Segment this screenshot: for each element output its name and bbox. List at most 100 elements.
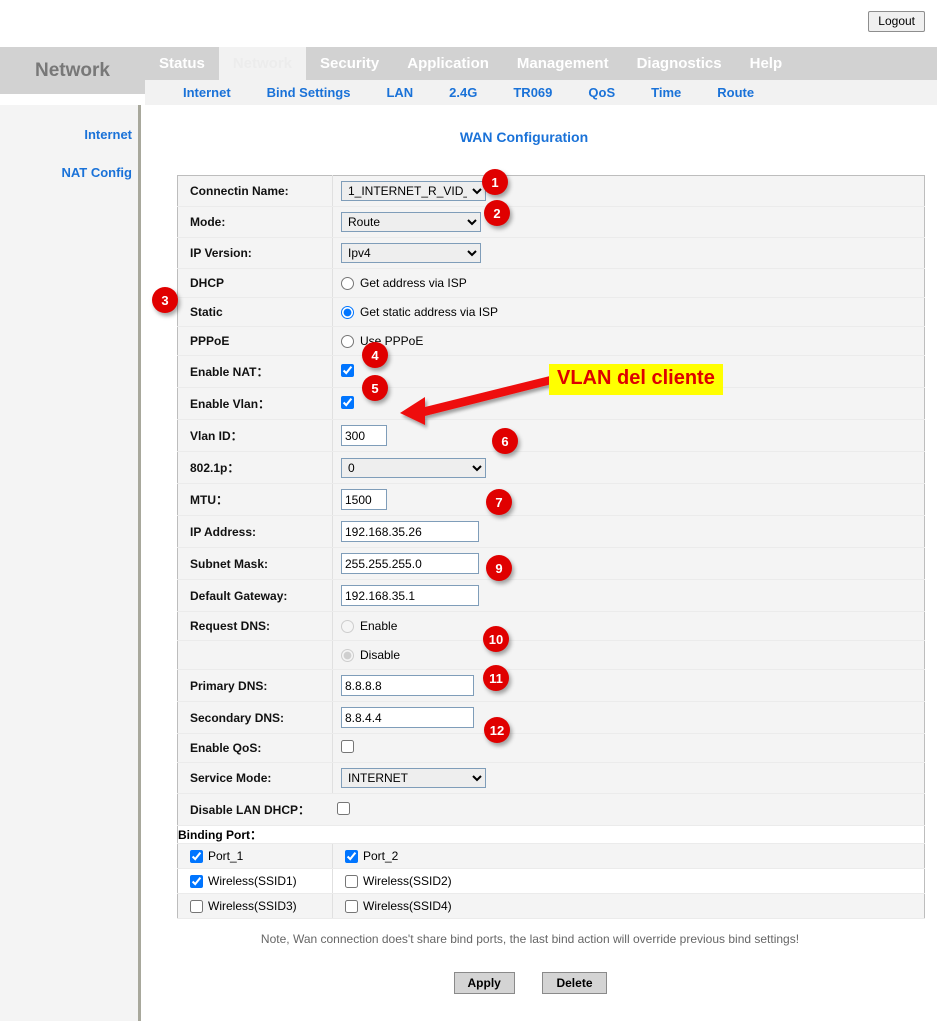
row-request-dns-disable: Disable (178, 641, 925, 670)
mode-select[interactable]: Route (341, 212, 481, 232)
row-request-dns-enable: Request DNS: Enable (178, 612, 925, 641)
secondary-tab-internet[interactable]: Internet (165, 85, 249, 100)
row-enable-qos: Enable QoS: (178, 734, 925, 763)
top-bar: Logout (0, 0, 937, 47)
brand-label: Network (0, 47, 145, 94)
primary-tab-security[interactable]: Security (306, 47, 393, 80)
binding-port-header: Binding Port： (178, 826, 925, 844)
wireless-ssid3-checkbox[interactable] (190, 900, 203, 913)
cell-ssid4: Wireless(SSID4) (333, 894, 925, 919)
dhcp-radio[interactable] (341, 277, 354, 290)
label-mode: Mode: (178, 207, 333, 238)
primary-nav-spacer (796, 47, 937, 80)
label-mtu: MTU： (178, 484, 333, 516)
logout-button[interactable]: Logout (868, 11, 925, 32)
cell-ssid3: Wireless(SSID3) (178, 894, 333, 919)
annotation-badge-3: 3 (152, 287, 178, 313)
disable-lan-dhcp-checkbox[interactable] (337, 802, 350, 815)
cell-mtu (333, 484, 925, 516)
ip-version-select[interactable]: Ipv4 (341, 243, 481, 263)
service-mode-select[interactable]: INTERNET (341, 768, 486, 788)
row-802-1p: 802.1p： 0 (178, 452, 925, 484)
wireless-ssid1-checkbox[interactable] (190, 875, 203, 888)
vlan-id-input[interactable] (341, 425, 387, 446)
row-pppoe: PPPoE Use PPPoE (178, 327, 925, 356)
primary-tab-application[interactable]: Application (393, 47, 503, 80)
cell-request-dns-disable: Disable (333, 641, 925, 670)
secondary-tab-qos[interactable]: QoS (570, 85, 633, 100)
sidebar-item-nat-config[interactable]: NAT Config (0, 165, 138, 180)
port-1-label: Port_1 (208, 849, 243, 863)
annotation-badge-10: 10 (483, 626, 509, 652)
row-ip-version: IP Version: Ipv4 (178, 238, 925, 269)
secondary-tab-time[interactable]: Time (633, 85, 699, 100)
connection-name-select[interactable]: 1_INTERNET_R_VID_3 (341, 181, 486, 201)
secondary-dns-input[interactable] (341, 707, 474, 728)
row-subnet-mask: Subnet Mask: (178, 548, 925, 580)
cell-ssid2: Wireless(SSID2) (333, 869, 925, 894)
wan-configuration-form: Connectin Name: 1_INTERNET_R_VID_3 Mode:… (177, 175, 925, 919)
wireless-ssid4-label: Wireless(SSID4) (363, 899, 452, 913)
ip-address-input[interactable] (341, 521, 479, 542)
label-ip-version: IP Version: (178, 238, 333, 269)
wireless-ssid2-label: Wireless(SSID2) (363, 874, 452, 888)
cell-mode: Route (333, 207, 925, 238)
label-802-1p: 802.1p： (178, 452, 333, 484)
cell-secondary-dns (333, 702, 925, 734)
annotation-badge-1: 1 (482, 169, 508, 195)
primary-tab-management[interactable]: Management (503, 47, 623, 80)
enable-vlan-checkbox[interactable] (341, 396, 354, 409)
action-buttons: Apply Delete (123, 972, 937, 994)
wireless-ssid2-checkbox[interactable] (345, 875, 358, 888)
primary-tab-help[interactable]: Help (736, 47, 797, 80)
label-disable-lan-dhcp: Disable LAN DHCP： (178, 794, 333, 826)
annotation-badge-9: 9 (486, 555, 512, 581)
row-mode: Mode: Route (178, 207, 925, 238)
row-binding-ports-2: Wireless(SSID1) Wireless(SSID2) (178, 869, 925, 894)
cell-ssid1: Wireless(SSID1) (178, 869, 333, 894)
delete-button[interactable]: Delete (542, 972, 606, 994)
static-radio[interactable] (341, 306, 354, 319)
label-secondary-dns: Secondary DNS: (178, 702, 333, 734)
cell-service-mode: INTERNET (333, 763, 925, 794)
primary-dns-input[interactable] (341, 675, 474, 696)
secondary-tab-2-4g[interactable]: 2.4G (431, 85, 495, 100)
apply-button[interactable]: Apply (454, 972, 515, 994)
row-dhcp: DHCP Get address via ISP (178, 269, 925, 298)
secondary-tab-bind-settings[interactable]: Bind Settings (249, 85, 369, 100)
cell-primary-dns (333, 670, 925, 702)
cell-port-1: Port_1 (178, 844, 333, 869)
mtu-input[interactable] (341, 489, 387, 510)
cell-pppoe: Use PPPoE (333, 327, 925, 356)
request-dns-disable-radio[interactable] (341, 649, 354, 662)
label-vlan-id: Vlan ID： (178, 420, 333, 452)
label-enable-nat: Enable NAT： (178, 356, 333, 388)
primary-tab-diagnostics[interactable]: Diagnostics (623, 47, 736, 80)
secondary-tab-tr069[interactable]: TR069 (495, 85, 570, 100)
annotation-badge-12: 12 (484, 717, 510, 743)
subnet-mask-input[interactable] (341, 553, 479, 574)
label-connection-name: Connectin Name: (178, 176, 333, 207)
primary-tab-network[interactable]: Network (219, 47, 306, 80)
label-default-gateway: Default Gateway: (178, 580, 333, 612)
request-dns-enable-radio[interactable] (341, 620, 354, 633)
navigation: Network StatusNetworkSecurityApplication… (0, 47, 937, 105)
cell-static: Get static address via ISP (333, 298, 925, 327)
secondary-tab-lan[interactable]: LAN (368, 85, 431, 100)
pppoe-radio[interactable] (341, 335, 354, 348)
primary-tab-status[interactable]: Status (145, 47, 219, 80)
page-title: WAN Configuration (111, 129, 937, 145)
port-1-checkbox[interactable] (190, 850, 203, 863)
label-request-dns-blank (178, 641, 333, 670)
label-ip-address: IP Address: (178, 516, 333, 548)
label-service-mode: Service Mode: (178, 763, 333, 794)
default-gateway-input[interactable] (341, 585, 479, 606)
wireless-ssid4-checkbox[interactable] (345, 900, 358, 913)
dot1p-select[interactable]: 0 (341, 458, 486, 478)
row-disable-lan-dhcp: Disable LAN DHCP： (178, 794, 925, 826)
secondary-tab-route[interactable]: Route (699, 85, 772, 100)
port-2-checkbox[interactable] (345, 850, 358, 863)
enable-qos-checkbox[interactable] (341, 740, 354, 753)
enable-nat-checkbox[interactable] (341, 364, 354, 377)
secondary-tab-list: InternetBind SettingsLAN2.4GTR069QoSTime… (145, 80, 937, 105)
